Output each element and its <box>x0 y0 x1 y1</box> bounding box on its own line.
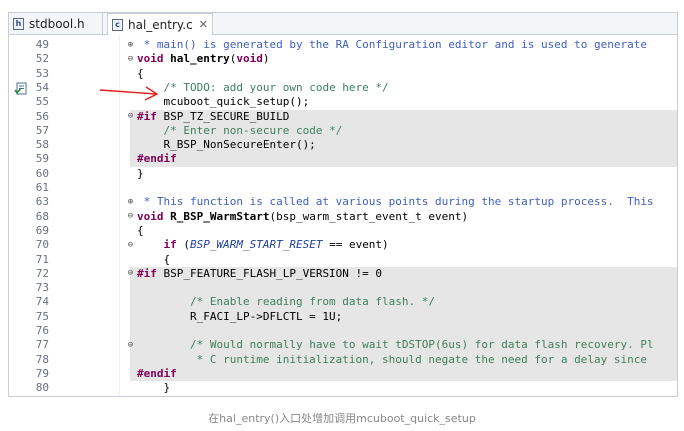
expand-fold-icon[interactable]: ⊕ <box>126 197 135 207</box>
line-number: 72 <box>35 266 49 280</box>
code-line[interactable]: /* Enable reading from data flash. */ <box>137 295 435 309</box>
code-line[interactable]: } <box>137 167 144 181</box>
code-line[interactable]: R_BSP_NonSecureEnter(); <box>137 138 315 152</box>
preprocessor-shade <box>130 324 677 339</box>
code-line[interactable]: #if BSP_TZ_SECURE_BUILD <box>137 110 289 124</box>
line-number: 57 <box>35 123 49 137</box>
line-number: 49 <box>35 38 49 51</box>
code-line[interactable]: * C runtime initialization, should negat… <box>137 353 647 367</box>
collapse-fold-icon[interactable]: ⊖ <box>126 340 135 350</box>
c-source-file-icon: c <box>112 18 123 31</box>
line-number: 77 <box>35 338 49 352</box>
code-line[interactable]: mcuboot_quick_setup(); <box>137 95 309 109</box>
expand-fold-icon[interactable]: ⊕ <box>126 40 135 50</box>
line-number: 52 <box>35 52 49 66</box>
line-number: 69 <box>35 223 49 237</box>
code-line[interactable]: if (BSP_WARM_START_RESET == event) <box>137 238 389 252</box>
line-number: 58 <box>35 138 49 152</box>
preprocessor-shade <box>130 366 677 382</box>
tab-hal-entry-c[interactable]: c hal_entry.c ✕ <box>107 13 213 35</box>
line-number: 61 <box>35 181 49 194</box>
line-number: 60 <box>35 166 49 180</box>
line-number: 71 <box>35 252 49 266</box>
editor-window: h stdbool.h c hal_entry.c ✕ 49 ⊕ * main()… <box>8 12 678 397</box>
task-marker-icon[interactable] <box>14 81 28 95</box>
code-line[interactable]: void R_BSP_WarmStart(bsp_warm_start_even… <box>137 210 468 224</box>
preprocessor-shade <box>130 281 677 296</box>
code-line[interactable]: /* Enter non-secure code */ <box>137 124 343 138</box>
tab-label: stdbool.h <box>29 16 85 31</box>
line-number: 78 <box>35 352 49 366</box>
line-number: 55 <box>35 95 49 109</box>
line-number: 79 <box>35 366 49 380</box>
line-number: 68 <box>35 209 49 223</box>
figure-caption: 在hal_entry()入口处增加调用mcuboot_quick_setup <box>208 412 476 425</box>
line-number: 73 <box>35 281 49 295</box>
code-line[interactable]: #endif <box>137 367 177 381</box>
line-number: 75 <box>35 309 49 323</box>
line-number: 70 <box>35 238 49 252</box>
tab-label: hal_entry.c <box>128 17 193 32</box>
code-line[interactable]: #endif <box>137 152 177 166</box>
editor-tab-bar: h stdbool.h c hal_entry.c ✕ <box>9 13 677 35</box>
tab-stdbool-h[interactable]: h stdbool.h <box>9 13 103 34</box>
line-number: 59 <box>35 152 49 166</box>
code-line[interactable]: } <box>137 381 170 395</box>
line-number: 56 <box>35 109 49 123</box>
line-number: 80 <box>35 381 49 395</box>
c-header-file-icon: h <box>13 17 24 30</box>
code-line[interactable]: * main() is generated by the RA Configur… <box>137 38 647 52</box>
code-line[interactable]: { <box>137 224 144 238</box>
line-number: 74 <box>35 295 49 309</box>
close-tab-icon[interactable]: ✕ <box>199 18 208 31</box>
preprocessor-shade <box>130 152 677 167</box>
collapse-fold-icon[interactable]: ⊖ <box>126 240 135 250</box>
code-line[interactable]: { <box>137 253 170 267</box>
code-line[interactable]: void hal_entry(void) <box>137 52 269 66</box>
collapse-fold-icon[interactable]: ⊖ <box>126 212 135 221</box>
collapse-fold-icon[interactable]: ⊖ <box>126 54 135 64</box>
code-line[interactable]: /* TODO: add your own code here */ <box>137 81 389 95</box>
line-number: 63 <box>35 195 49 209</box>
collapse-fold-icon[interactable]: ⊖ <box>126 269 135 278</box>
code-line[interactable]: R_FACI_LP->DFLCTL = 1U; <box>137 310 342 324</box>
red-arrow-annotation <box>99 86 159 101</box>
code-line[interactable]: { <box>137 67 144 81</box>
code-line[interactable]: * This function is called at various poi… <box>137 195 654 209</box>
code-line[interactable]: #if BSP_FEATURE_FLASH_LP_VERSION != 0 <box>137 267 382 281</box>
line-number: 76 <box>35 324 49 337</box>
line-number: 53 <box>35 66 49 80</box>
collapse-fold-icon[interactable]: ⊖ <box>126 112 135 121</box>
code-line[interactable]: /* Would normally have to wait tDSTOP(6u… <box>137 338 654 352</box>
